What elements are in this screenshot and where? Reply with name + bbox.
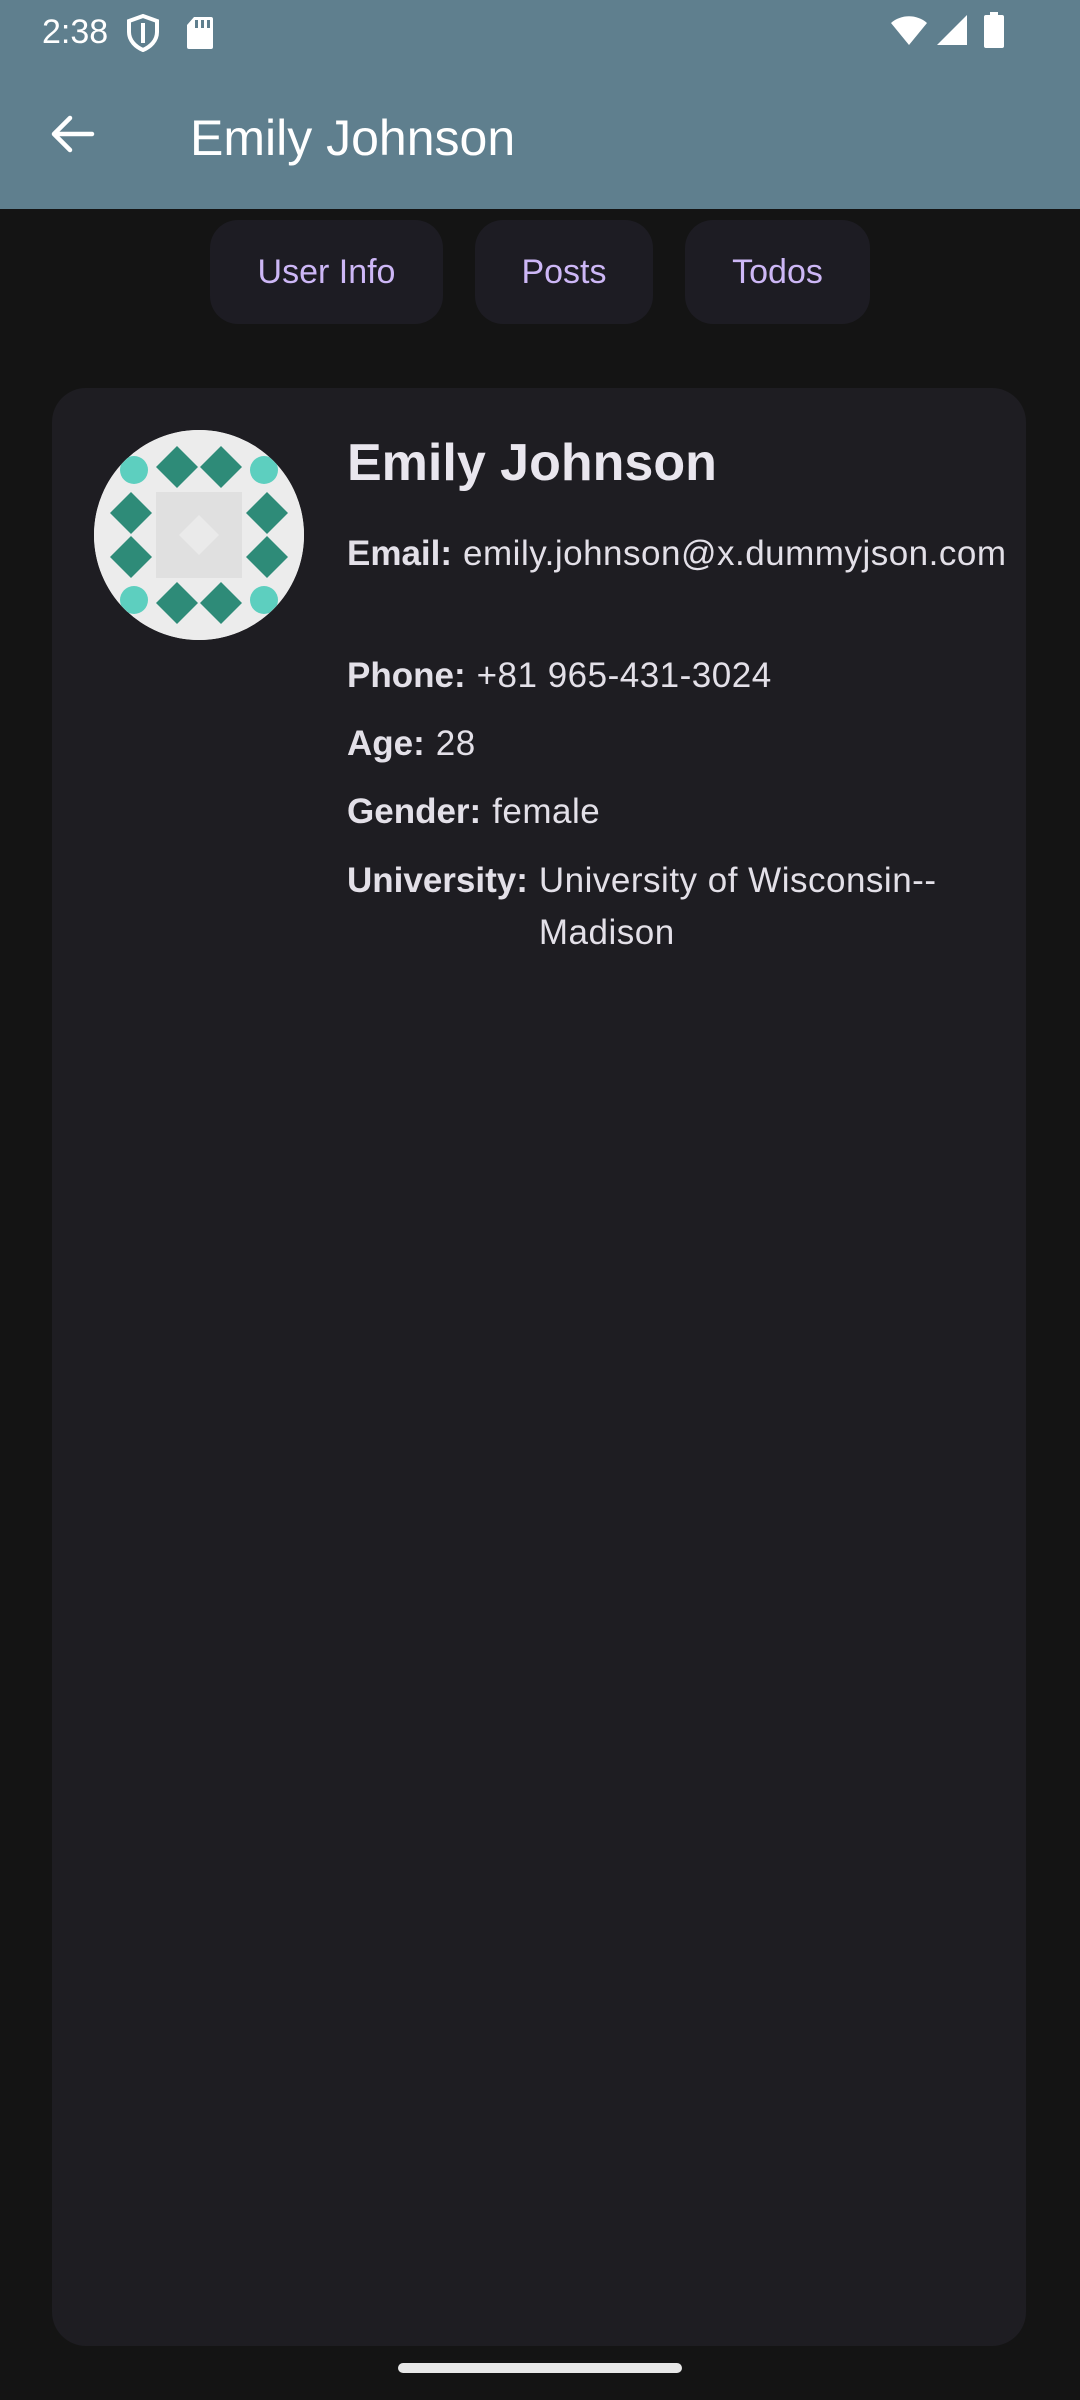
university-row: University: University of Wisconsin--Mad…	[347, 855, 1027, 959]
app-bar: 2:38 Emily Johnson	[0, 0, 1080, 209]
gender-value: female	[492, 792, 601, 831]
wifi-icon	[890, 14, 928, 51]
gender-label: Gender:	[347, 792, 482, 831]
tab-posts[interactable]: Posts	[475, 220, 653, 324]
user-info-card: Emily Johnson Email: emily.johnson@x.dum…	[52, 388, 1026, 2346]
home-indicator[interactable]	[398, 2363, 682, 2373]
phone-value: +81 965-431-3024	[476, 656, 772, 695]
email-row: Email: emily.johnson@x.dummyjson.com	[347, 528, 1027, 580]
page-title: Emily Johnson	[190, 110, 516, 166]
identicon-avatar	[94, 430, 304, 640]
sd-card-icon	[186, 16, 214, 55]
avatar	[94, 430, 304, 640]
age-label: Age:	[347, 724, 425, 763]
university-label: University:	[347, 861, 528, 900]
gender-row: Gender: female	[347, 786, 1027, 838]
tab-bar: User Info Posts Todos	[0, 220, 1080, 324]
age-value: 28	[435, 724, 476, 763]
phone-label: Phone:	[347, 656, 466, 695]
email-label: Email:	[347, 534, 453, 573]
user-name: Emily Johnson	[347, 434, 717, 492]
university-value: University of Wisconsin--Madison	[538, 861, 937, 952]
back-button[interactable]	[30, 100, 114, 172]
tab-user-info[interactable]: User Info	[210, 220, 443, 324]
battery-icon	[984, 12, 1004, 53]
status-bar: 2:38	[0, 0, 1080, 64]
signal-icon	[936, 14, 968, 51]
status-time: 2:38	[42, 13, 109, 51]
shield-icon	[126, 13, 160, 57]
arrow-back-icon	[48, 114, 96, 159]
age-row: Age: 28	[347, 718, 1027, 770]
tab-todos[interactable]: Todos	[685, 220, 870, 324]
phone-row: Phone: +81 965-431-3024	[347, 650, 1027, 702]
email-value: emily.johnson@x.dummyjson.com	[463, 534, 1007, 573]
